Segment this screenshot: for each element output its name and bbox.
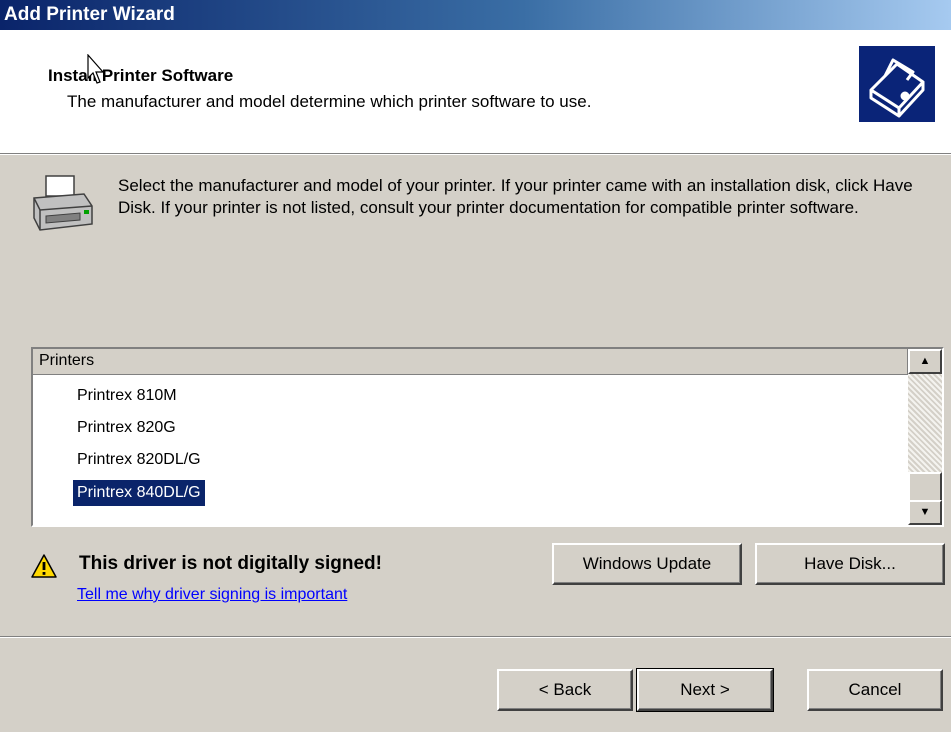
window-title: Add Printer Wizard bbox=[4, 4, 175, 25]
driver-signing-link[interactable]: Tell me why driver signing is important bbox=[77, 586, 347, 604]
arrow-up-icon: ▲ bbox=[919, 355, 931, 367]
footer-separator bbox=[0, 636, 951, 638]
instructions-text: Select the manufacturer and model of you… bbox=[118, 176, 913, 217]
list-item-selected[interactable]: Printrex 840DL/G bbox=[73, 480, 205, 506]
list-item[interactable]: Printrex 820G bbox=[73, 415, 180, 441]
windows-update-button[interactable]: Windows Update bbox=[552, 543, 742, 585]
printer-wizard-icon bbox=[859, 46, 935, 122]
wizard-header: Install Printer Software The manufacture… bbox=[0, 30, 951, 153]
arrow-down-icon: ▼ bbox=[919, 506, 931, 518]
list-item[interactable]: Printrex 810M bbox=[73, 383, 181, 409]
title-bar[interactable]: Add Printer Wizard bbox=[0, 0, 951, 30]
list-item[interactable]: Printrex 820DL/G bbox=[73, 447, 205, 473]
back-button[interactable]: < Back bbox=[497, 669, 633, 711]
scroll-up-button[interactable]: ▲ bbox=[908, 349, 942, 374]
mouse-cursor-icon bbox=[87, 53, 107, 86]
printers-listbox[interactable]: Printers Printrex 810M Printrex 820G Pri… bbox=[31, 347, 944, 527]
scroll-down-button[interactable]: ▼ bbox=[908, 500, 942, 525]
vertical-scrollbar[interactable]: ▲ ▼ bbox=[908, 349, 942, 525]
page-title: Install Printer Software bbox=[48, 66, 234, 85]
printers-column-header[interactable]: Printers bbox=[33, 349, 908, 375]
page-subtitle: The manufacturer and model determine whi… bbox=[67, 92, 592, 111]
header-separator bbox=[0, 153, 951, 155]
unsigned-driver-warning: This driver is not digitally signed! bbox=[79, 553, 382, 574]
printer-icon bbox=[30, 172, 94, 240]
next-button[interactable]: Next > bbox=[636, 668, 774, 712]
scroll-thumb[interactable] bbox=[908, 472, 942, 502]
have-disk-button[interactable]: Have Disk... bbox=[755, 543, 945, 585]
cancel-button[interactable]: Cancel bbox=[807, 669, 943, 711]
warning-icon bbox=[30, 553, 58, 579]
